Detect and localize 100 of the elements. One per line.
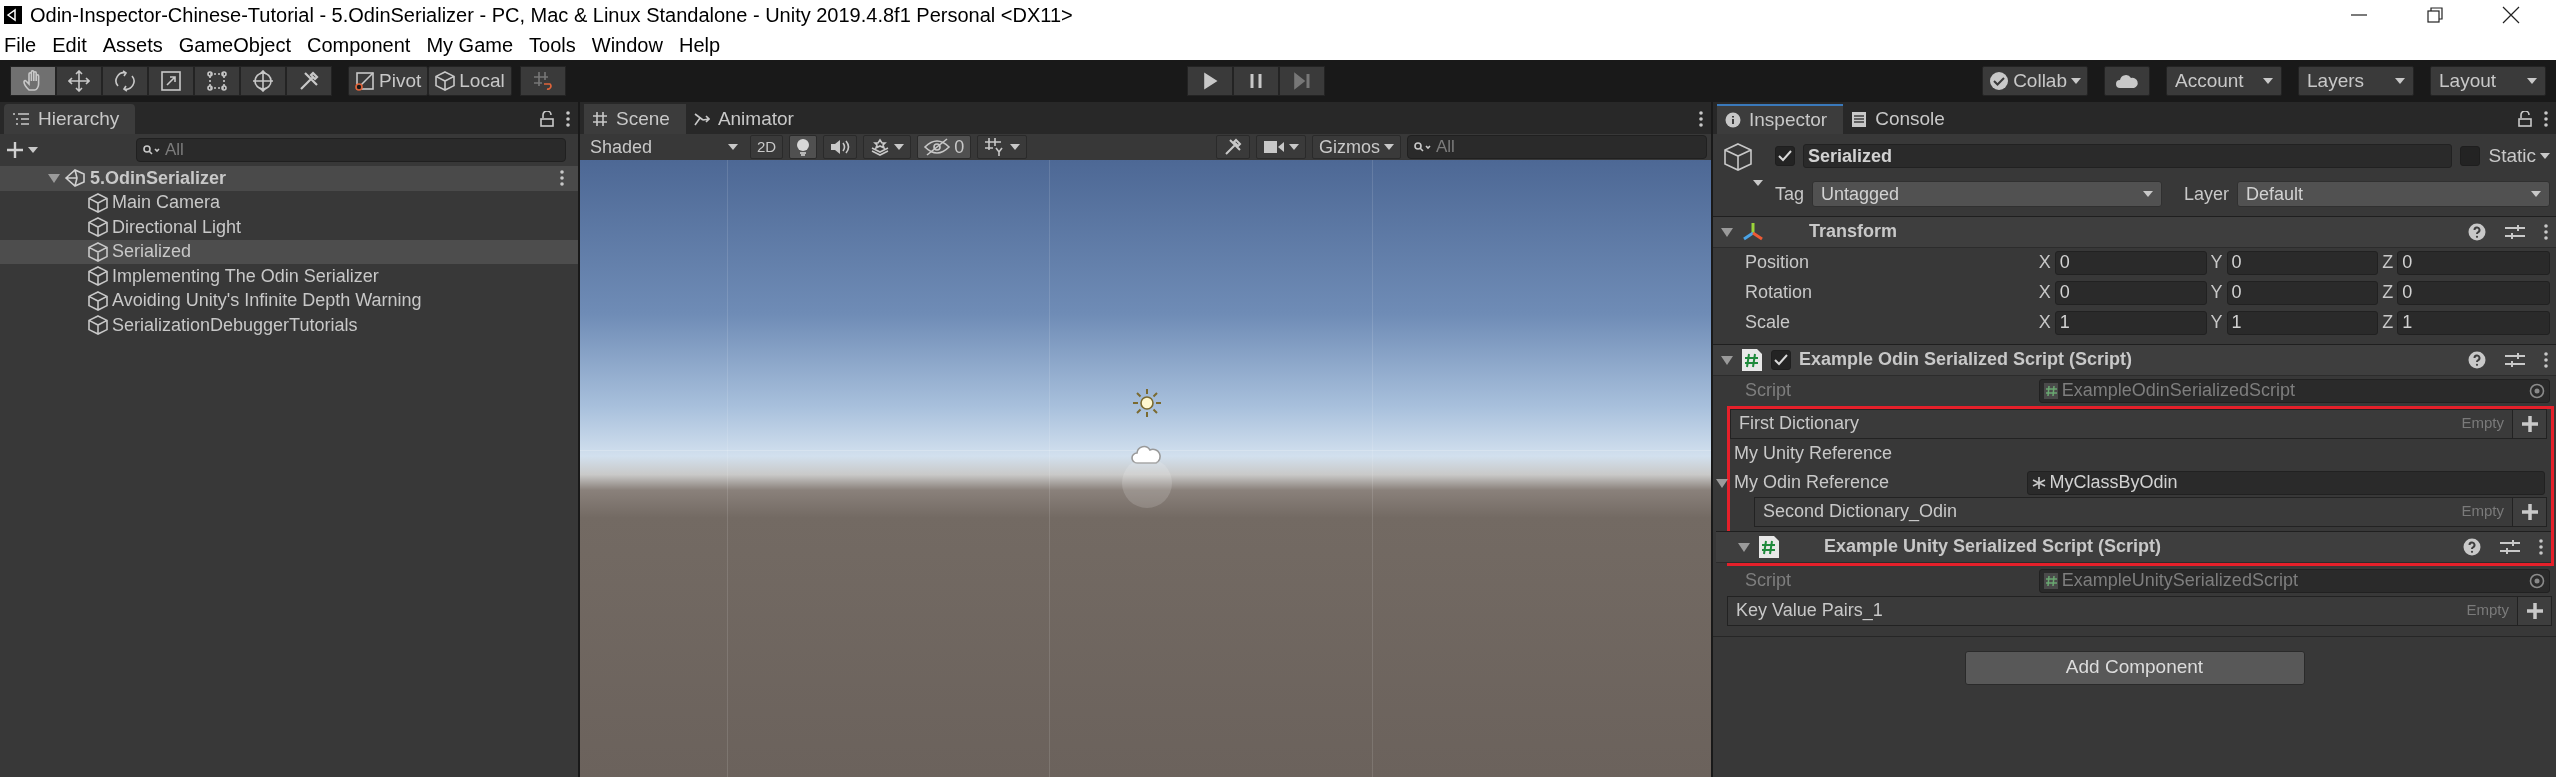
more-options-icon[interactable]: [1699, 111, 1703, 127]
add-component-button[interactable]: Add Component: [1964, 650, 2305, 685]
expanded-arrow-icon[interactable]: [1721, 225, 1733, 238]
tool-button[interactable]: [148, 66, 194, 96]
help-icon[interactable]: [2468, 222, 2486, 241]
expanded-arrow-icon[interactable]: [1716, 476, 1728, 489]
component-header[interactable]: Example Odin Serialized Script (Script): [1713, 343, 2556, 376]
layout-dropdown[interactable]: Layout: [2430, 66, 2546, 96]
more-options-icon[interactable]: [2544, 351, 2548, 368]
presets-icon[interactable]: [2499, 537, 2521, 556]
local-button[interactable]: Local: [428, 66, 512, 96]
play-button[interactable]: [1186, 66, 1233, 96]
hierarchy-item[interactable]: Avoiding Unity's Infinite Depth Warning: [0, 288, 578, 313]
tool-button[interactable]: [102, 66, 148, 96]
collab-button[interactable]: Collab: [1982, 66, 2088, 96]
hidden-objects-toggle[interactable]: 0: [917, 135, 972, 159]
menu-item[interactable]: GameObject: [176, 30, 293, 60]
menu-item[interactable]: Assets: [100, 30, 165, 60]
more-options-icon[interactable]: [2539, 538, 2543, 555]
expanded-arrow-icon[interactable]: [1738, 540, 1750, 553]
script-field: ExampleOdinSerializedScript: [2038, 378, 2550, 403]
hierarchy-tab[interactable]: Hierarchy: [4, 104, 136, 134]
active-checkbox[interactable]: [1775, 146, 1795, 167]
number-field[interactable]: 1: [2226, 310, 2379, 335]
static-dropdown[interactable]: Static: [2488, 142, 2550, 171]
static-checkbox[interactable]: [2460, 146, 2481, 167]
add-item-button[interactable]: [2517, 596, 2551, 625]
number-field[interactable]: 0: [2397, 280, 2550, 305]
layer-dropdown[interactable]: Default: [2237, 181, 2550, 207]
caret-icon: [2540, 153, 2550, 160]
presets-icon[interactable]: [2504, 350, 2526, 369]
tools-toggle[interactable]: [1216, 135, 1250, 159]
number-field[interactable]: 1: [2397, 310, 2550, 335]
more-options-icon[interactable]: [560, 170, 564, 187]
number-field[interactable]: 0: [2226, 250, 2379, 275]
camera-dropdown[interactable]: [1256, 135, 1306, 159]
lock-icon[interactable]: [540, 111, 554, 127]
number-field[interactable]: 0: [2054, 250, 2207, 275]
tool-button[interactable]: [240, 66, 286, 96]
snap-button[interactable]: [519, 66, 566, 96]
close-icon[interactable]: [2502, 6, 2520, 24]
add-item-button[interactable]: [2512, 497, 2546, 526]
view-tab[interactable]: Animator: [685, 104, 810, 134]
hierarchy-item[interactable]: Implementing The Odin Serializer: [0, 264, 578, 289]
effects-dropdown[interactable]: [863, 135, 912, 159]
search-field[interactable]: All: [1407, 135, 1707, 159]
restore-icon[interactable]: [2426, 6, 2444, 24]
tool-button[interactable]: [56, 66, 102, 96]
layers-dropdown[interactable]: Layers: [2298, 66, 2414, 96]
lock-icon[interactable]: [2518, 111, 2532, 127]
presets-icon[interactable]: [2504, 222, 2526, 241]
number-field[interactable]: 0: [2054, 280, 2207, 305]
menu-item[interactable]: Tools: [527, 30, 578, 60]
tool-button[interactable]: [286, 66, 332, 96]
help-icon[interactable]: [2468, 350, 2486, 369]
menu-item[interactable]: Help: [676, 30, 723, 60]
gizmos-dropdown[interactable]: Gizmos: [1312, 135, 1401, 159]
pause-button[interactable]: [1232, 66, 1279, 96]
component-header[interactable]: Transform: [1713, 215, 2556, 248]
enabled-checkbox[interactable]: [1771, 349, 1791, 370]
menu-item[interactable]: File: [2, 30, 39, 60]
hierarchy-item[interactable]: Serialized: [0, 239, 578, 264]
2d-toggle[interactable]: 2D: [750, 135, 784, 159]
lighting-toggle[interactable]: [789, 135, 818, 159]
reference-field[interactable]: MyClassByOdin: [2026, 470, 2545, 495]
hierarchy-item[interactable]: Directional Light: [0, 215, 578, 240]
inspector-tab[interactable]: Inspector: [1717, 104, 1844, 134]
tool-button[interactable]: [10, 66, 56, 96]
object-name-field[interactable]: Serialized: [1803, 144, 2453, 169]
grid-dropdown[interactable]: [977, 135, 1028, 159]
hierarchy-item[interactable]: Main Camera: [0, 190, 578, 215]
menu-item[interactable]: Window: [589, 30, 665, 60]
view-tab[interactable]: Scene: [584, 104, 686, 134]
expanded-arrow-icon[interactable]: [48, 172, 60, 185]
add-item-button[interactable]: [2512, 409, 2546, 438]
number-field[interactable]: 1: [2054, 310, 2207, 335]
help-icon[interactable]: [2463, 537, 2481, 556]
hierarchy-item[interactable]: SerializationDebuggerTutorials: [0, 313, 578, 338]
component-header[interactable]: Example Unity Serialized Script (Script): [1716, 530, 2551, 563]
number-field[interactable]: 0: [2226, 280, 2379, 305]
menu-item[interactable]: Component: [305, 30, 413, 60]
account-dropdown[interactable]: Account: [2166, 66, 2282, 96]
audio-toggle[interactable]: [823, 135, 858, 159]
menu-item[interactable]: Edit: [50, 30, 89, 60]
inspector-tab[interactable]: Console: [1843, 104, 1961, 134]
tag-dropdown[interactable]: Untagged: [1812, 181, 2163, 207]
more-options-icon[interactable]: [2544, 223, 2548, 240]
number-field[interactable]: 0: [2397, 250, 2550, 275]
more-options-icon[interactable]: [2544, 111, 2548, 127]
tool-button[interactable]: [194, 66, 240, 96]
expanded-arrow-icon[interactable]: [1721, 353, 1733, 366]
more-options-icon[interactable]: [566, 111, 570, 127]
create-button[interactable]: [6, 141, 38, 159]
search-field[interactable]: All: [136, 138, 566, 162]
scene-row[interactable]: 5.OdinSerializer: [0, 166, 578, 191]
menu-item[interactable]: My Game: [424, 30, 516, 60]
cloud-button[interactable]: [2104, 66, 2150, 96]
pivot-button[interactable]: Pivot: [348, 66, 429, 96]
step-button[interactable]: [1278, 66, 1325, 96]
shading-dropdown[interactable]: Shaded: [584, 135, 744, 159]
